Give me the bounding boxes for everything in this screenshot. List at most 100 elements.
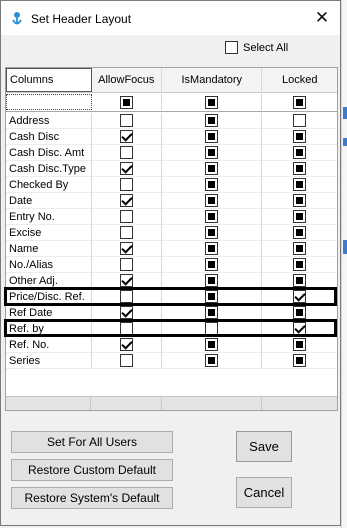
close-icon[interactable]: ✕ [308, 5, 336, 31]
ismandatory-checkbox[interactable] [205, 178, 219, 191]
allowfocus-checkbox[interactable] [119, 178, 133, 191]
column-header-locked[interactable]: Locked [262, 68, 337, 92]
ismandatory-checkbox[interactable] [205, 146, 219, 159]
column-name-cell[interactable]: Name [6, 241, 92, 257]
table-row[interactable]: Address [6, 113, 337, 129]
table-row[interactable]: Cash Disc. Amt [6, 145, 337, 161]
locked-checkbox[interactable] [293, 242, 307, 255]
table-row[interactable]: No./Alias [6, 257, 337, 273]
locked-checkbox[interactable] [293, 258, 307, 271]
locked-cell [262, 337, 337, 353]
filter-ismandatory-checkbox[interactable] [205, 95, 219, 109]
column-name-cell[interactable]: No./Alias [6, 257, 92, 273]
allowfocus-cell [91, 353, 163, 369]
select-all-toggle[interactable]: Select All [225, 41, 288, 54]
locked-checkbox[interactable] [293, 194, 307, 207]
filter-allowfocus-checkbox[interactable] [119, 95, 133, 109]
allowfocus-checkbox[interactable] [119, 258, 133, 271]
table-row[interactable]: Cash Disc [6, 129, 337, 145]
table-row[interactable]: Entry No. [6, 209, 337, 225]
table-row[interactable]: Excise [6, 225, 337, 241]
allowfocus-checkbox[interactable] [119, 226, 133, 239]
locked-cell [262, 257, 337, 273]
locked-checkbox[interactable] [293, 130, 307, 143]
select-all-checkbox[interactable] [225, 41, 238, 54]
background-accent-mark [343, 240, 347, 254]
column-name-cell[interactable]: Cash Disc.Type [6, 161, 92, 177]
table-row[interactable]: Date [6, 193, 337, 209]
ismandatory-checkbox[interactable] [205, 162, 219, 175]
ismandatory-cell [162, 145, 263, 161]
save-button[interactable]: Save [236, 431, 292, 462]
table-row[interactable]: Name [6, 241, 337, 257]
locked-checkbox[interactable] [293, 306, 307, 319]
allowfocus-checkbox[interactable] [119, 130, 133, 143]
allowfocus-checkbox[interactable] [119, 242, 133, 255]
set-for-all-users-button[interactable]: Set For All Users [11, 431, 173, 453]
locked-checkbox[interactable] [293, 226, 307, 239]
ismandatory-checkbox[interactable] [205, 306, 219, 319]
ismandatory-checkbox[interactable] [205, 258, 219, 271]
ismandatory-checkbox[interactable] [205, 130, 219, 143]
locked-checkbox[interactable] [293, 274, 307, 287]
filter-input[interactable] [6, 94, 92, 110]
column-name-cell[interactable]: Date [6, 193, 92, 209]
column-name-cell[interactable]: Checked By [6, 177, 92, 193]
locked-cell [262, 209, 337, 225]
allowfocus-checkbox[interactable] [119, 354, 133, 367]
allowfocus-cell [91, 257, 163, 273]
locked-checkbox[interactable] [293, 210, 307, 223]
column-name-cell[interactable]: Entry No. [6, 209, 92, 225]
window-title: Set Header Layout [31, 12, 132, 26]
filter-locked-checkbox[interactable] [293, 95, 307, 109]
allowfocus-checkbox[interactable] [119, 194, 133, 207]
locked-checkbox[interactable] [293, 162, 307, 175]
locked-checkbox[interactable] [293, 178, 307, 191]
restore-system-default-button[interactable]: Restore System's Default [11, 487, 173, 509]
ismandatory-checkbox[interactable] [205, 226, 219, 239]
cancel-button[interactable]: Cancel [236, 477, 292, 508]
allowfocus-cell [91, 113, 163, 129]
column-header-allowfocus[interactable]: AllowFocus [91, 68, 163, 92]
table-row[interactable]: Cash Disc.Type [6, 161, 337, 177]
ismandatory-checkbox[interactable] [205, 338, 219, 351]
allowfocus-checkbox[interactable] [119, 210, 133, 223]
allowfocus-cell [91, 225, 163, 241]
ismandatory-checkbox[interactable] [205, 354, 219, 367]
ismandatory-cell [162, 177, 263, 193]
title-bar: Set Header Layout ✕ [1, 1, 340, 35]
ismandatory-checkbox[interactable] [205, 210, 219, 223]
allowfocus-cell [91, 161, 163, 177]
locked-checkbox[interactable] [293, 146, 307, 159]
locked-checkbox[interactable] [293, 338, 307, 351]
ismandatory-checkbox[interactable] [205, 274, 219, 287]
column-name-cell[interactable]: Cash Disc. Amt [6, 145, 92, 161]
table-row[interactable]: Series [6, 353, 337, 369]
column-header-ismandatory[interactable]: IsMandatory [162, 68, 263, 92]
ismandatory-cell [162, 209, 263, 225]
ismandatory-cell [162, 257, 263, 273]
table-row[interactable]: Ref. No. [6, 337, 337, 353]
allowfocus-checkbox[interactable] [119, 306, 133, 319]
allowfocus-checkbox[interactable] [119, 162, 133, 175]
ismandatory-cell [162, 161, 263, 177]
column-name-cell[interactable]: Cash Disc [6, 129, 92, 145]
ismandatory-checkbox[interactable] [205, 194, 219, 207]
allowfocus-checkbox[interactable] [119, 114, 133, 127]
column-header-columns[interactable]: Columns [6, 68, 92, 92]
column-name-cell[interactable]: Series [6, 353, 92, 369]
column-name-cell[interactable]: Excise [6, 225, 92, 241]
locked-checkbox[interactable] [293, 354, 307, 367]
locked-checkbox[interactable] [293, 114, 307, 127]
ismandatory-checkbox[interactable] [205, 242, 219, 255]
column-name-cell[interactable]: Ref. No. [6, 337, 92, 353]
allowfocus-checkbox[interactable] [119, 274, 133, 287]
column-name-cell[interactable]: Address [6, 113, 92, 129]
grid-filter-row [6, 94, 337, 110]
table-row[interactable]: Checked By [6, 177, 337, 193]
ismandatory-cell [162, 225, 263, 241]
ismandatory-checkbox[interactable] [205, 114, 219, 127]
restore-custom-default-button[interactable]: Restore Custom Default [11, 459, 173, 481]
allowfocus-checkbox[interactable] [119, 146, 133, 159]
allowfocus-checkbox[interactable] [119, 338, 133, 351]
